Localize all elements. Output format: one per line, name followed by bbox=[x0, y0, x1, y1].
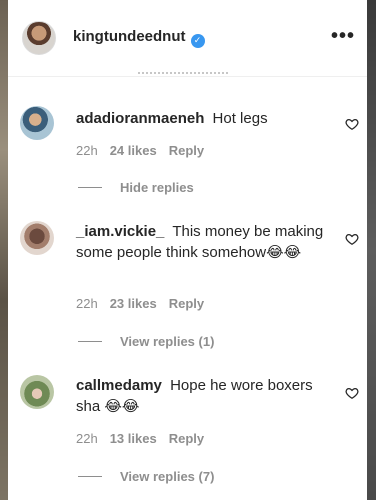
replies-divider bbox=[78, 187, 102, 188]
verified-badge-icon: ✓ bbox=[190, 33, 205, 48]
more-options-icon[interactable]: ••• bbox=[331, 26, 355, 46]
replies-toggle[interactable]: View replies (7) bbox=[78, 469, 214, 484]
reply-button[interactable]: Reply bbox=[169, 296, 204, 311]
commenter-avatar[interactable] bbox=[20, 106, 54, 140]
owner-username[interactable]: kingtundeednut ✓ bbox=[73, 28, 205, 48]
comment-meta: 22h 13 likes Reply bbox=[76, 431, 204, 446]
heart-icon[interactable] bbox=[345, 232, 359, 246]
reply-button[interactable]: Reply bbox=[169, 431, 204, 446]
comment-time: 22h bbox=[76, 296, 98, 311]
replies-toggle-label[interactable]: View replies (1) bbox=[120, 334, 214, 349]
replies-toggle[interactable]: View replies (1) bbox=[78, 334, 214, 349]
replies-divider bbox=[78, 476, 102, 477]
comment-body: _iam.vickie_ This money be making some p… bbox=[76, 221, 331, 263]
commenter-avatar[interactable] bbox=[20, 221, 54, 255]
scroll-edge-hint bbox=[138, 72, 228, 76]
comment-likes[interactable]: 13 likes bbox=[110, 431, 157, 446]
comment-text: Hot legs bbox=[212, 110, 268, 127]
comment-meta: 22h 23 likes Reply bbox=[76, 296, 204, 311]
replies-toggle-label[interactable]: Hide replies bbox=[120, 180, 194, 195]
comment-body: adadioranmaeneh Hot legs bbox=[76, 108, 331, 129]
comment-body: callmedamy Hope he wore boxers sha 😂😂 bbox=[76, 375, 331, 417]
comment-time: 22h bbox=[76, 143, 98, 158]
comment-time: 22h bbox=[76, 431, 98, 446]
commenter-username[interactable]: _iam.vickie_ bbox=[76, 223, 164, 240]
commenter-avatar[interactable] bbox=[20, 375, 54, 409]
background-image-right bbox=[367, 0, 376, 500]
comment-likes[interactable]: 24 likes bbox=[110, 143, 157, 158]
commenter-username[interactable]: adadioranmaeneh bbox=[76, 110, 204, 127]
comment-likes[interactable]: 23 likes bbox=[110, 296, 157, 311]
commenter-username[interactable]: callmedamy bbox=[76, 377, 162, 394]
owner-username-text[interactable]: kingtundeednut bbox=[73, 28, 186, 45]
owner-avatar[interactable] bbox=[22, 21, 56, 55]
comment-meta: 22h 24 likes Reply bbox=[76, 143, 204, 158]
replies-toggle-label[interactable]: View replies (7) bbox=[120, 469, 214, 484]
comments-panel: kingtundeednut ✓ ••• adadioranmaeneh Hot … bbox=[8, 0, 367, 500]
post-header: kingtundeednut ✓ ••• bbox=[8, 0, 367, 77]
replies-divider bbox=[78, 341, 102, 342]
reply-button[interactable]: Reply bbox=[169, 143, 204, 158]
heart-icon[interactable] bbox=[345, 117, 359, 131]
replies-toggle[interactable]: Hide replies bbox=[78, 180, 194, 195]
heart-icon[interactable] bbox=[345, 386, 359, 400]
background-image-left bbox=[0, 0, 8, 500]
